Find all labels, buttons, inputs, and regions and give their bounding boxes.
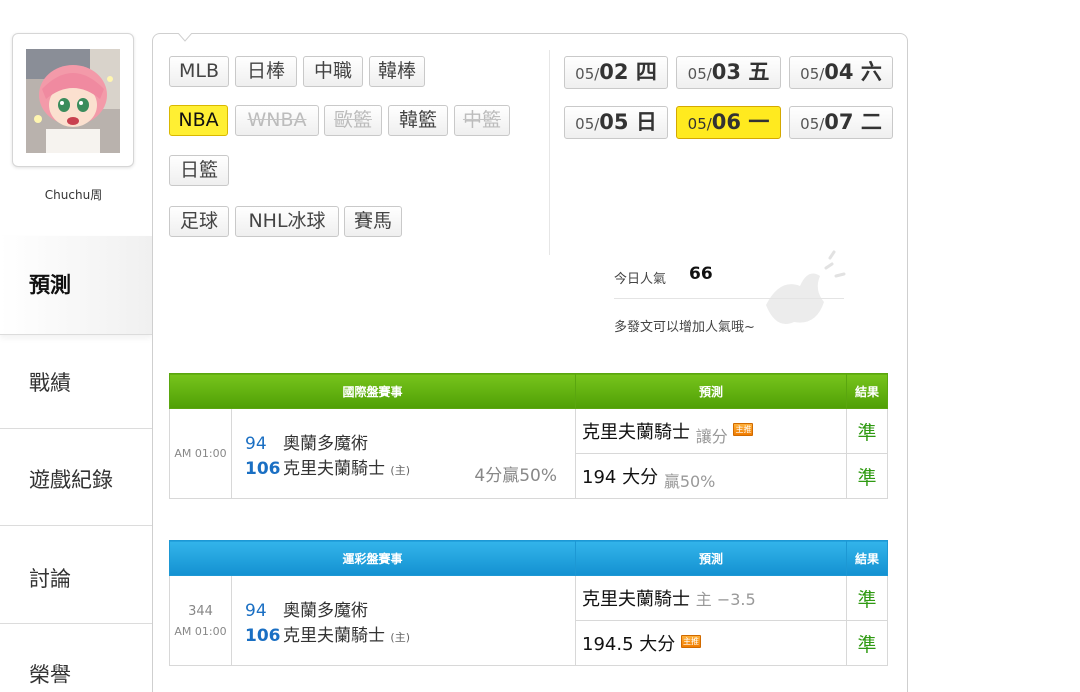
- popularity-divider: [614, 298, 844, 299]
- intl-header-match: 國際盤賽事: [169, 373, 576, 409]
- date-0502[interactable]: 05/02 四: [564, 56, 668, 89]
- match-info: 94 奧蘭多魔術 106 克里夫蘭騎士 (主): [231, 575, 576, 666]
- away-score: 94: [245, 600, 267, 621]
- date-0503[interactable]: 05/03 五: [676, 56, 781, 89]
- date-day: 04 六: [824, 60, 882, 84]
- nav-predict[interactable]: 預測: [0, 269, 152, 299]
- match-time: AM 01:00: [169, 408, 232, 499]
- match-time: 344 AM 01:00: [169, 575, 232, 666]
- league-horse[interactable]: 賽馬: [344, 206, 402, 237]
- result-spread: 準: [846, 408, 888, 454]
- avatar-card[interactable]: [12, 33, 134, 167]
- date-day: 05 日: [599, 110, 657, 134]
- home-score: 106: [245, 625, 281, 646]
- date-day: 02 四: [599, 60, 657, 84]
- away-team[interactable]: 奧蘭多魔術: [283, 434, 368, 454]
- home-tag: (主): [390, 463, 410, 477]
- league-euro[interactable]: 歐籃: [324, 105, 382, 136]
- league-bleague[interactable]: 日籃: [169, 155, 229, 186]
- home-team-row: 106 克里夫蘭騎士 (主): [245, 621, 575, 646]
- league-mlb[interactable]: MLB: [169, 56, 229, 87]
- match-odds: 4分贏50%: [474, 466, 557, 486]
- league-soccer[interactable]: 足球: [169, 206, 229, 237]
- date-month: 05/: [575, 115, 600, 133]
- date-day: 03 五: [711, 60, 770, 84]
- date-0505[interactable]: 05/05 日: [564, 106, 668, 139]
- vertical-divider: [549, 50, 550, 255]
- result-total: 準: [846, 620, 888, 666]
- date-0504[interactable]: 05/04 六: [789, 56, 893, 89]
- date-month: 05/: [575, 65, 600, 83]
- prediction-total-value: 194.5 大分: [582, 634, 676, 655]
- home-team[interactable]: 克里夫蘭騎士: [283, 459, 385, 479]
- intl-prediction-table: 國際盤賽事 預測 結果 AM 01:00 94 奧蘭多魔術 106 克里夫蘭騎士 (…: [169, 373, 888, 499]
- result-spread: 準: [846, 575, 888, 621]
- avatar-image: [26, 49, 120, 153]
- date-month: 05/: [800, 65, 825, 83]
- result-total: 準: [846, 453, 888, 499]
- home-tag: (主): [390, 630, 410, 644]
- panel-notch-icon: [178, 33, 192, 42]
- avatar[interactable]: [26, 49, 120, 153]
- prediction-type: 讓分: [695, 427, 728, 446]
- league-cpbl[interactable]: 中職: [303, 56, 363, 87]
- prediction-spread: 克里夫蘭騎士 讓分 主推: [575, 408, 847, 454]
- lottery-prediction-table: 運彩盤賽事 預測 結果 344 AM 01:00 94 奧蘭多魔術 106 克里夫蘭…: [169, 540, 888, 666]
- prediction-handicap: 主 −3.5: [695, 590, 756, 609]
- prediction-total: 194 大分 贏50%: [575, 453, 847, 499]
- featured-badge: 主推: [733, 422, 754, 436]
- nav-divider: [0, 623, 152, 624]
- league-kbl[interactable]: 韓籃: [388, 105, 448, 136]
- league-nhl[interactable]: NHL冰球: [235, 206, 339, 237]
- prediction-total: 194.5 大分 主推: [575, 620, 847, 666]
- game-number: 344: [188, 603, 213, 619]
- lottery-header-result: 結果: [846, 540, 888, 576]
- away-score: 94: [245, 433, 267, 454]
- date-0506[interactable]: 05/06 一: [676, 106, 781, 139]
- prediction-team: 克里夫蘭騎士: [582, 589, 690, 610]
- intl-header-result: 結果: [846, 373, 888, 409]
- date-day: 07 二: [824, 110, 882, 134]
- prediction-spread: 克里夫蘭騎士 主 −3.5: [575, 575, 847, 621]
- league-nba[interactable]: NBA: [169, 105, 228, 136]
- intl-header-prediction: 預測: [575, 373, 847, 409]
- away-team[interactable]: 奧蘭多魔術: [283, 601, 368, 621]
- prediction-team: 克里夫蘭騎士: [582, 422, 690, 443]
- nav-discuss[interactable]: 討論: [0, 563, 152, 593]
- away-team-row: 94 奧蘭多魔術: [245, 596, 575, 621]
- nav-divider: [0, 428, 152, 429]
- featured-badge: 主推: [681, 634, 701, 648]
- home-score: 106: [245, 458, 281, 479]
- league-cba[interactable]: 中籃: [454, 105, 510, 136]
- nav-divider: [0, 525, 152, 526]
- username[interactable]: Chuchu周: [0, 186, 147, 203]
- date-0507[interactable]: 05/07 二: [789, 106, 893, 139]
- away-team-row: 94 奧蘭多魔術: [245, 429, 575, 454]
- lottery-header-match: 運彩盤賽事: [169, 540, 576, 576]
- sidebar: Chuchu周 預測 戰績 遊戲紀錄 討論 榮譽: [0, 0, 152, 692]
- date-month: 05/: [800, 115, 825, 133]
- nav-record[interactable]: 戰績: [0, 367, 152, 397]
- popularity-value: 66: [689, 264, 713, 284]
- nav-game-log[interactable]: 遊戲紀錄: [0, 464, 152, 494]
- popularity-label: 今日人氣: [614, 272, 667, 287]
- league-npb[interactable]: 日棒: [235, 56, 297, 87]
- prediction-total-odds: 贏50%: [663, 472, 716, 491]
- date-month: 05/: [687, 115, 712, 133]
- match-info: 94 奧蘭多魔術 106 克里夫蘭騎士 (主) 4分贏50%: [231, 408, 576, 499]
- prediction-total-value: 194 大分: [582, 467, 659, 488]
- match-time-text: AM 01:00: [174, 624, 227, 638]
- lottery-header-prediction: 預測: [575, 540, 847, 576]
- league-kbo[interactable]: 韓棒: [369, 56, 425, 87]
- nav-honor[interactable]: 榮譽: [0, 659, 152, 689]
- date-day: 06 一: [711, 110, 770, 134]
- popularity-hint: 多發文可以增加人氣哦~: [614, 320, 755, 335]
- date-month: 05/: [687, 65, 712, 83]
- home-team[interactable]: 克里夫蘭騎士: [283, 626, 385, 646]
- nav-divider: [0, 334, 152, 335]
- league-wnba[interactable]: WNBA: [235, 105, 319, 136]
